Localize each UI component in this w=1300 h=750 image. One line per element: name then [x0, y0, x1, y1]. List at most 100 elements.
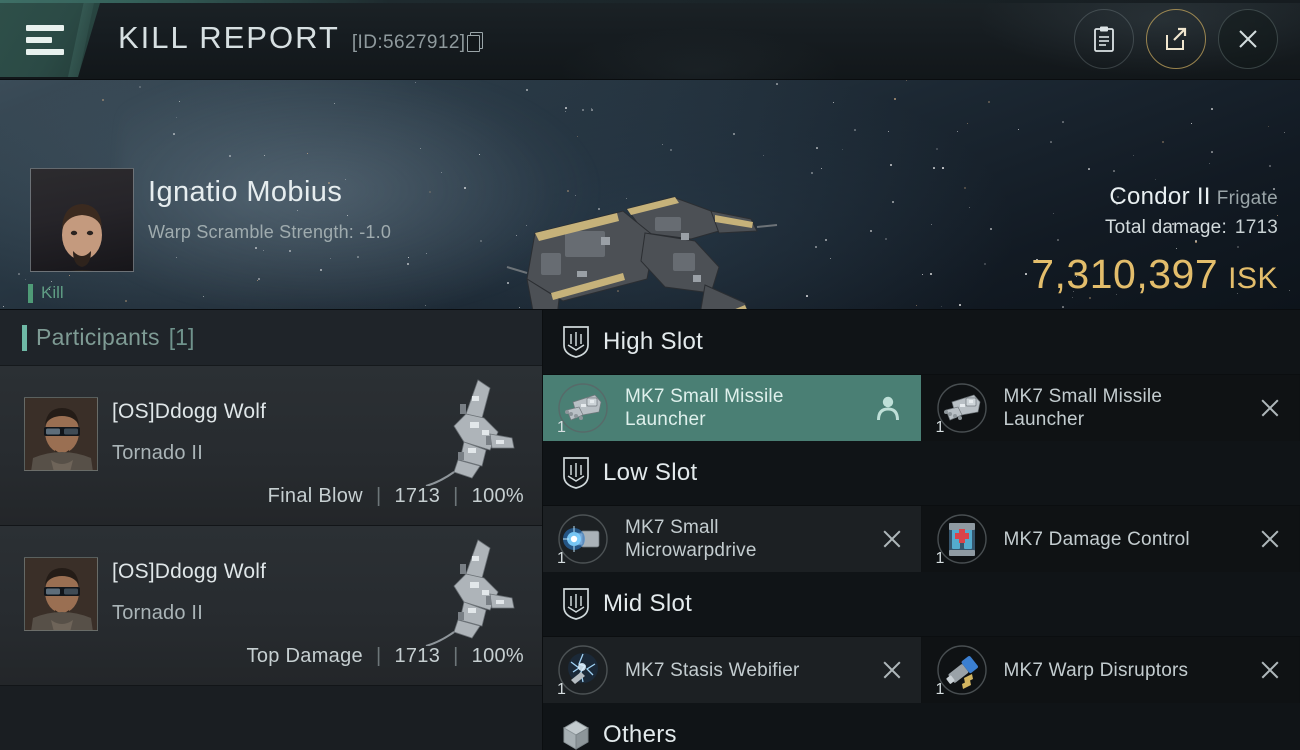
module-name: MK7 Warp Disruptors — [1003, 659, 1189, 681]
total-damage: Total damage: 1713 — [1031, 217, 1278, 239]
fitting-panel: High Slot 1 MK7 Small Missile Launcher 1… — [543, 310, 1300, 750]
remove-module-button[interactable] — [881, 528, 903, 550]
module-quantity: 1 — [935, 419, 945, 436]
status-badge-label: Kill — [41, 283, 64, 302]
pilot-avatar-icon — [25, 558, 97, 630]
slot-shield-icon — [563, 457, 589, 489]
slot-module-grid: 1 MK7 Small Missile Launcher 1 MK7 Small… — [543, 375, 1300, 441]
module-quantity: 1 — [557, 419, 566, 436]
module-name: MK7 Small Microwarpdrive — [625, 517, 757, 561]
header-top-accent — [0, 0, 1300, 3]
menu-button[interactable] — [0, 3, 100, 77]
window-header: KILL REPORT [ID:5627912] — [0, 0, 1300, 80]
participants-list: [OS]Ddogg Wolf Tornado II Final Blow | 1… — [0, 366, 542, 686]
header-actions — [1074, 9, 1278, 69]
participant-ship-name: Tornado II — [112, 602, 203, 624]
module-quantity: 1 — [557, 681, 566, 698]
participants-title: Participants — [36, 324, 160, 350]
slot-section-name: Mid Slot — [603, 590, 693, 617]
total-damage-label: Total damage: — [1104, 217, 1227, 238]
participant-ship-art — [425, 379, 515, 487]
module-name: MK7 Damage Control — [1003, 528, 1190, 550]
slot-shield-icon — [563, 588, 589, 620]
pilot-avatar-icon — [25, 398, 97, 470]
stat-separator: | — [453, 485, 459, 507]
participant-stats: Final Blow | 1713 | 100% — [268, 485, 524, 508]
participant-row[interactable]: [OS]Ddogg Wolf Tornado II Top Damage | 1… — [0, 526, 542, 686]
cube-icon — [563, 720, 589, 750]
participant-avatar — [24, 557, 98, 631]
victim-name: Ignatio Mobius — [148, 176, 343, 208]
participant-percent: 100% — [471, 485, 524, 507]
clipboard-button[interactable] — [1074, 9, 1134, 69]
slot-section-header: Others — [543, 703, 1300, 750]
slot-section-header: Low Slot — [543, 441, 1300, 506]
slot-section-header: Mid Slot — [543, 572, 1300, 637]
participant-ship-thumbnail — [420, 374, 530, 487]
remove-module-button[interactable] — [1259, 528, 1281, 550]
victim-avatar — [30, 168, 134, 272]
participants-panel: Participants [1] [OS]Ddogg Wolf Tornado … — [0, 310, 543, 750]
participant-ship-name: Tornado II — [112, 442, 203, 464]
isk-unit: ISK — [1228, 262, 1278, 295]
victim-banner: Ignatio Mobius Warp Scramble Strength: -… — [0, 80, 1300, 310]
total-damage-value: 1713 — [1234, 217, 1278, 238]
fitting-module-cell[interactable]: 1 MK7 Stasis Webifier — [543, 637, 922, 703]
isk-value: 7,310,397 ISK — [1031, 251, 1278, 297]
participant-ship-art — [425, 539, 515, 647]
participant-percent: 100% — [471, 645, 524, 667]
remove-module-button[interactable] — [1259, 659, 1281, 681]
participant-row[interactable]: [OS]Ddogg Wolf Tornado II Final Blow | 1… — [0, 366, 542, 526]
module-quantity: 1 — [557, 550, 566, 567]
victim-ship-art — [506, 196, 778, 309]
slot-section-name: High Slot — [603, 328, 704, 355]
participants-accent-bar — [22, 324, 27, 351]
stat-separator: | — [453, 645, 459, 667]
victim-ship-name: Condor II Frigate — [1109, 183, 1278, 210]
slot-section-name: Low Slot — [603, 459, 698, 486]
fitting-module-cell[interactable]: 1 MK7 Warp Disruptors — [921, 637, 1300, 703]
stat-separator: | — [375, 645, 382, 667]
remove-module-button[interactable] — [881, 659, 903, 681]
victim-ship-class: Frigate — [1216, 188, 1278, 209]
fitting-module-cell[interactable]: 1 MK7 Small Microwarpdrive — [543, 506, 922, 572]
participants-count: [1] — [168, 324, 195, 350]
slot-section-name: Others — [603, 721, 677, 748]
external-link-icon — [1166, 27, 1187, 50]
close-button[interactable] — [1218, 9, 1278, 69]
page-title: KILL REPORT — [118, 20, 340, 55]
slot-shield-icon — [563, 326, 589, 358]
participant-pilot-name: [OS]Ddogg Wolf — [112, 560, 267, 583]
slot-section-header: High Slot — [543, 310, 1300, 375]
fitting-sections: High Slot 1 MK7 Small Missile Launcher 1… — [543, 310, 1300, 750]
module-name: MK7 Small Missile Launcher — [625, 386, 784, 430]
copy-icon[interactable] — [467, 32, 484, 52]
participant-ship-thumbnail — [420, 534, 530, 647]
content-body: Participants [1] [OS]Ddogg Wolf Tornado … — [0, 310, 1300, 750]
module-quantity: 1 — [935, 681, 945, 698]
remove-module-button[interactable] — [1259, 397, 1281, 419]
victim-portrait-icon — [62, 204, 102, 271]
person-icon — [876, 396, 899, 421]
report-id: [ID:5627912] — [352, 32, 484, 54]
participant-damage: 1713 — [394, 485, 441, 507]
kill-report-window: KILL REPORT [ID:5627912] Ignatio Mobius … — [0, 0, 1300, 750]
participant-pilot-name: [OS]Ddogg Wolf — [112, 400, 267, 423]
slot-module-grid: 1 MK7 Small Microwarpdrive 1 MK7 Damage … — [543, 506, 1300, 572]
fitting-module-cell[interactable]: 1 MK7 Damage Control — [921, 506, 1300, 572]
ship-summary: Condor II Frigate Total damage: 1713 7,310… — [1031, 183, 1278, 298]
share-button[interactable] — [1146, 9, 1206, 69]
module-name: MK7 Stasis Webifier — [625, 659, 800, 681]
status-badge: Kill — [28, 283, 64, 303]
participant-damage: 1713 — [394, 645, 441, 667]
victim-warp-scramble: Warp Scramble Strength: -1.0 — [148, 222, 392, 242]
participants-header: Participants [1] — [0, 310, 542, 366]
participant-role-tag: Top Damage — [246, 645, 363, 667]
fitting-module-cell[interactable]: 1 MK7 Small Missile Launcher — [921, 375, 1300, 441]
participant-role-tag: Final Blow — [267, 485, 363, 507]
fitting-module-cell[interactable]: 1 MK7 Small Missile Launcher — [543, 375, 922, 441]
participant-stats: Top Damage | 1713 | 100% — [247, 645, 524, 668]
clipboard-icon — [1094, 26, 1114, 52]
participant-avatar — [24, 397, 98, 471]
title-block: KILL REPORT [ID:5627912] — [118, 20, 484, 56]
